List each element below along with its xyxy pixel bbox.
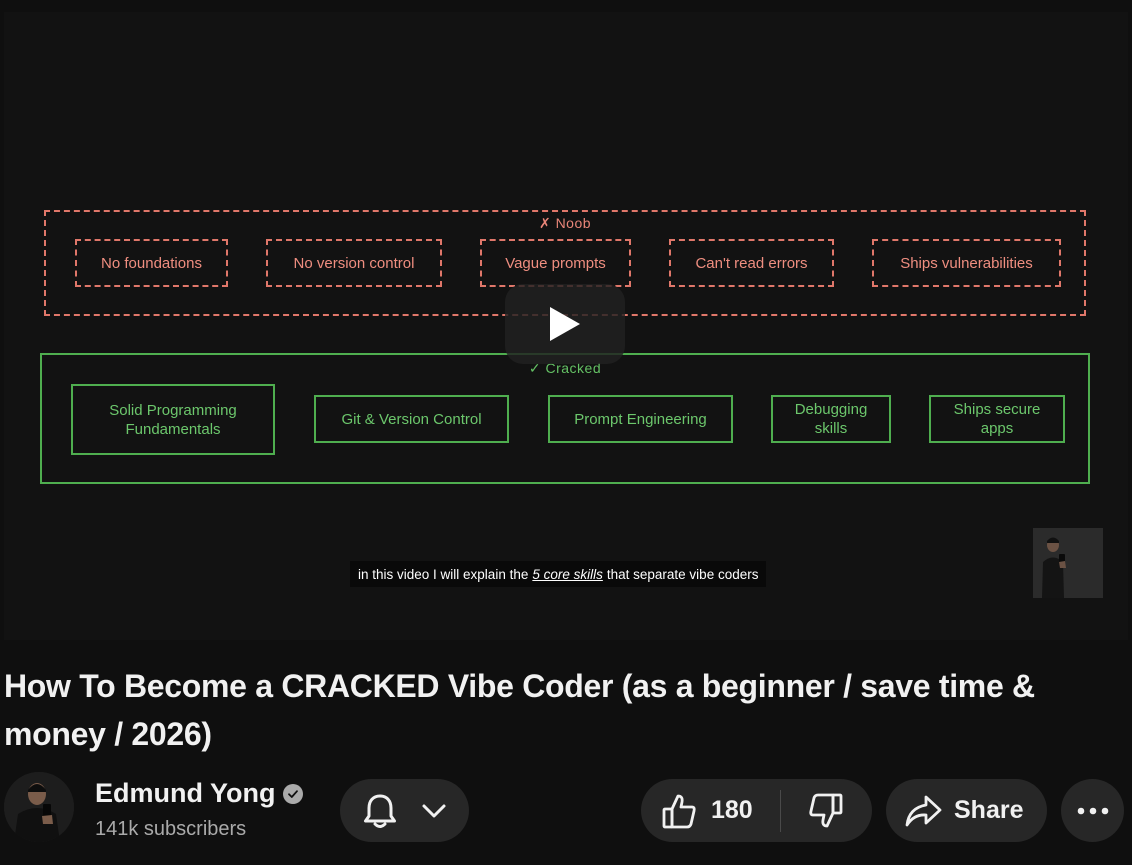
page-top-strip (0, 0, 1132, 12)
channel-name-text[interactable]: Edmund Yong (95, 778, 275, 809)
cracked-item: Debugging skills (771, 395, 891, 443)
bell-icon (364, 794, 397, 828)
channel-name[interactable]: Edmund Yong (95, 778, 304, 809)
caption-text: in this video I will explain the (358, 566, 529, 582)
share-label: Share (954, 796, 1024, 824)
avatar-image (4, 772, 74, 842)
caption-text: that separate vibe coders (606, 566, 759, 582)
noob-item: No version control (266, 239, 442, 287)
noob-item: Ships vulnerabilities (872, 239, 1061, 287)
noob-item: No foundations (75, 239, 228, 287)
notification-button[interactable] (340, 779, 469, 842)
presenter-thumbnail (1033, 528, 1103, 598)
like-dislike-group: 180 (641, 779, 872, 842)
video-player[interactable]: ✗ Noob No foundations No version control… (4, 12, 1128, 640)
thumbs-up-icon (662, 794, 696, 828)
caption-track: in this video I will explain the 5 core … (350, 561, 767, 587)
more-actions-button[interactable] (1061, 779, 1124, 842)
share-arrow-icon (905, 795, 942, 826)
thumbs-down-icon (809, 793, 843, 827)
cracked-item: Ships secure apps (929, 395, 1065, 443)
presenter-figure (1033, 528, 1103, 598)
more-horizontal-icon (1077, 807, 1108, 814)
cracked-item: Git & Version Control (314, 395, 509, 443)
play-icon (550, 307, 580, 341)
noob-item: Vague prompts (480, 239, 631, 287)
cracked-item: Solid Programming Fundamentals (71, 384, 275, 455)
caption-emphasis: 5 core skills (532, 566, 603, 582)
noob-title: ✗ Noob (538, 215, 592, 231)
play-button[interactable] (505, 284, 625, 364)
subscriber-count: 141k subscribers (95, 818, 247, 840)
verified-check-icon (283, 783, 304, 804)
cracked-item: Prompt Engineering (548, 395, 733, 443)
like-count: 180 (711, 796, 753, 824)
dislike-button[interactable] (781, 779, 871, 842)
cracked-group: ✓ Cracked Solid Programming Fundamentals… (40, 353, 1090, 484)
noob-item: Can't read errors (669, 239, 834, 287)
like-button[interactable]: 180 (641, 779, 780, 842)
channel-avatar[interactable] (4, 772, 74, 842)
chevron-down-icon (422, 804, 446, 817)
share-button[interactable]: Share (886, 779, 1047, 842)
video-title: How To Become a CRACKED Vibe Coder (as a… (4, 668, 1035, 752)
